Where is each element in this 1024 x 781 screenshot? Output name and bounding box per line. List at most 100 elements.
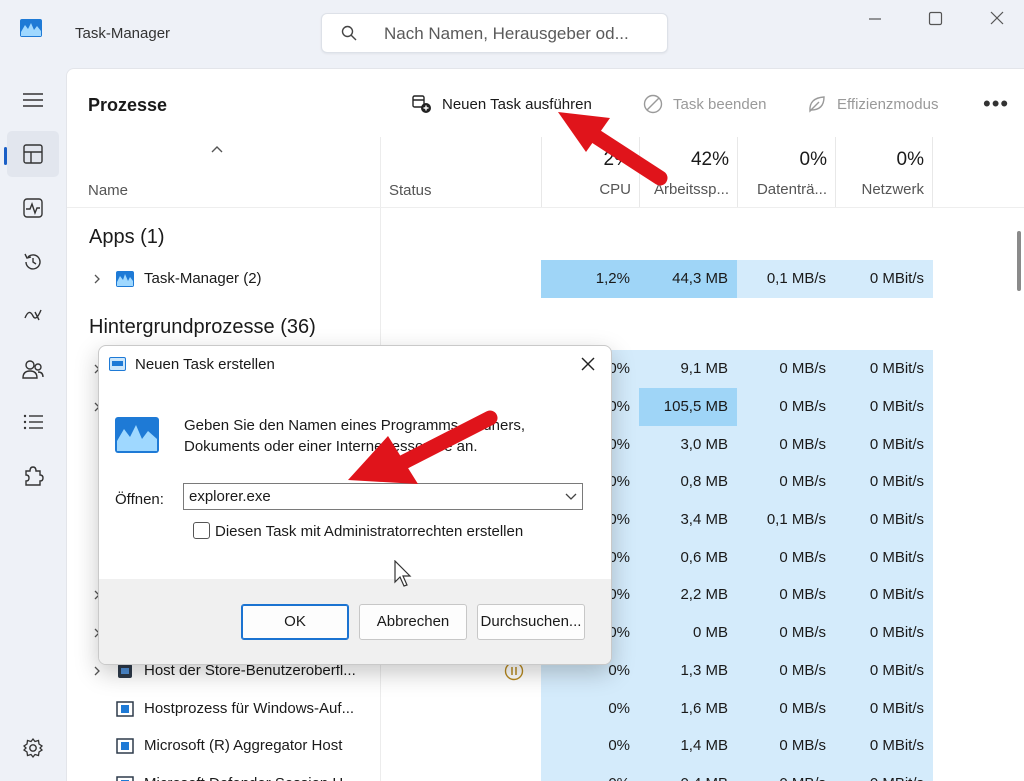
services-puzzle-icon — [25, 466, 44, 486]
sidebar — [0, 68, 66, 781]
search-box[interactable] — [321, 13, 668, 53]
run-new-task-button[interactable]: Neuen Task ausführen — [412, 91, 592, 117]
table-row[interactable]: Hostprozess für Windows-Auf... 0% 1,6 MB… — [67, 690, 933, 728]
title-bar: Task-Manager — [0, 0, 1024, 68]
run-task-icon — [412, 95, 431, 113]
minimize-button[interactable] — [860, 8, 890, 30]
dialog-close-button[interactable] — [579, 355, 597, 373]
admin-rights-checkbox[interactable] — [193, 522, 210, 539]
process-name: Microsoft (R) Aggregator Host — [144, 737, 343, 754]
table-row[interactable]: Task-Manager (2) 1,2% 44,3 MB 0,1 MB/s 0… — [67, 260, 933, 298]
network-cell: 0 MBit/s — [835, 765, 933, 781]
task-manager-process-icon — [116, 271, 134, 287]
sidebar-item-services[interactable] — [7, 453, 59, 499]
column-header-network[interactable]: 0% Netzwerk — [835, 137, 933, 207]
column-header-status[interactable]: Status — [389, 182, 432, 199]
chevron-right-icon[interactable] — [93, 665, 101, 677]
task-manager-large-icon — [115, 417, 159, 453]
history-icon — [24, 253, 41, 270]
disk-cell: 0,1 MB/s — [737, 260, 835, 298]
sort-ascending-icon[interactable] — [210, 144, 224, 154]
memory-column-label: Arbeitssp... — [653, 181, 729, 198]
disk-cell: 0 MB/s — [737, 690, 835, 728]
sidebar-menu-toggle[interactable] — [7, 77, 59, 123]
run-dialog-icon — [109, 357, 126, 371]
network-cell: 0 MBit/s — [835, 727, 933, 765]
dialog-description: Geben Sie den Namen eines Programms, Ord… — [184, 417, 525, 455]
users-icon — [22, 360, 44, 379]
admin-rights-label[interactable]: Diesen Task mit Administratorrechten ers… — [215, 523, 523, 540]
table-row[interactable]: Microsoft Defender Session H... 0% 0,4 M… — [67, 765, 933, 781]
startup-speedometer-icon — [24, 309, 42, 321]
details-list-icon — [23, 414, 43, 430]
column-header-name[interactable]: Name — [88, 182, 128, 199]
sidebar-item-performance[interactable] — [7, 185, 59, 231]
header-divider — [67, 207, 1024, 208]
disk-cell: 0 MB/s — [737, 350, 835, 388]
network-cell: 0 MBit/s — [835, 652, 933, 690]
cpu-cell: 0% — [541, 690, 639, 728]
memory-cell: 2,2 MB — [639, 576, 737, 614]
end-task-label: Task beenden — [673, 95, 767, 113]
group-title-background: Hintergrundprozesse (36) — [89, 316, 316, 338]
disk-cell: 0,1 MB/s — [737, 501, 835, 539]
efficiency-mode-label: Effizienzmodus — [837, 95, 939, 113]
network-total-percent: 0% — [896, 149, 924, 170]
disk-cell: 0 MB/s — [737, 539, 835, 577]
column-header-cpu[interactable]: 2% CPU — [541, 137, 639, 207]
leaf-icon — [809, 96, 825, 113]
chevron-down-icon[interactable] — [565, 493, 577, 501]
end-task-button[interactable]: Task beenden — [643, 91, 766, 117]
disk-cell: 0 MB/s — [737, 765, 835, 781]
close-window-button[interactable] — [983, 8, 1013, 30]
dialog-title: Neuen Task erstellen — [135, 356, 275, 373]
network-cell: 0 MBit/s — [835, 463, 933, 501]
network-cell: 0 MBit/s — [835, 614, 933, 652]
disk-cell: 0 MB/s — [737, 652, 835, 690]
sidebar-item-settings[interactable] — [7, 725, 59, 771]
sidebar-item-details[interactable] — [7, 399, 59, 445]
table-row[interactable]: Microsoft (R) Aggregator Host 0% 1,4 MB … — [67, 727, 933, 765]
network-cell: 0 MBit/s — [835, 576, 933, 614]
process-name: Task-Manager (2) — [144, 270, 262, 287]
performance-icon — [23, 198, 43, 218]
maximize-button[interactable] — [920, 8, 950, 30]
cancel-button[interactable]: Abbrechen — [359, 604, 467, 640]
network-cell: 0 MBit/s — [835, 388, 933, 426]
open-input[interactable] — [189, 487, 549, 506]
ok-button[interactable]: OK — [241, 604, 349, 640]
sidebar-item-app-history[interactable] — [7, 239, 59, 285]
sidebar-item-processes[interactable] — [7, 131, 59, 177]
column-header-memory[interactable]: 42% Arbeitssp... — [639, 137, 737, 207]
cpu-cell: 1,2% — [541, 260, 639, 298]
run-new-task-label: Neuen Task ausführen — [442, 95, 592, 113]
sidebar-item-users[interactable] — [7, 346, 59, 392]
memory-cell: 9,1 MB — [639, 350, 737, 388]
window-process-icon — [116, 738, 134, 754]
disk-cell: 0 MB/s — [737, 727, 835, 765]
chevron-right-icon[interactable] — [93, 273, 101, 285]
app-title: Task-Manager — [75, 25, 171, 42]
scrollbar-thumb[interactable] — [1017, 231, 1021, 291]
search-input[interactable] — [384, 23, 654, 45]
column-header-disk[interactable]: 0% Datenträ... — [737, 137, 835, 207]
efficiency-mode-button[interactable]: Effizienzmodus — [807, 91, 938, 117]
disk-total-percent: 0% — [799, 149, 827, 170]
memory-cell: 0 MB — [639, 614, 737, 652]
disk-cell: 0 MB/s — [737, 614, 835, 652]
memory-cell: 0,4 MB — [639, 765, 737, 781]
open-combobox[interactable] — [183, 483, 583, 510]
browse-button[interactable]: Durchsuchen... — [477, 604, 585, 640]
group-title-apps: Apps (1) — [89, 226, 165, 248]
window-process-icon — [116, 776, 134, 781]
network-column-label: Netzwerk — [861, 181, 924, 198]
window-process-icon — [116, 701, 134, 717]
block-icon — [643, 94, 663, 114]
more-options-button[interactable]: ••• — [983, 93, 1009, 115]
disk-cell: 0 MB/s — [737, 576, 835, 614]
gear-icon — [22, 737, 44, 759]
memory-cell: 3,0 MB — [639, 426, 737, 464]
network-cell: 0 MBit/s — [835, 501, 933, 539]
open-label: Öffnen: — [115, 491, 164, 508]
sidebar-item-startup[interactable] — [7, 292, 59, 338]
